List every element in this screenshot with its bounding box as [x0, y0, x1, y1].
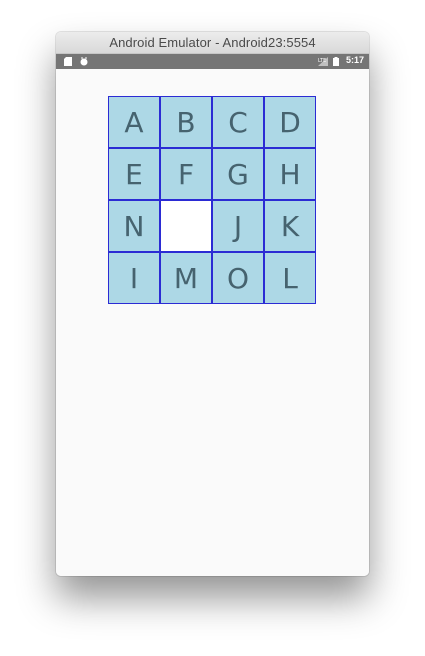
- title-bar[interactable]: Android Emulator - Android23:5554: [56, 32, 369, 54]
- battery-icon: [333, 57, 339, 66]
- empty-tile: [160, 200, 212, 252]
- android-status-bar: LTE 5:17: [56, 54, 369, 69]
- android-debug-icon: [80, 57, 88, 66]
- emulator-window: Android Emulator - Android23:5554 LTE 5:…: [56, 32, 369, 576]
- puzzle-tile[interactable]: F: [160, 148, 212, 200]
- puzzle-tile[interactable]: D: [264, 96, 316, 148]
- sd-card-icon: [64, 57, 72, 66]
- puzzle-tile[interactable]: H: [264, 148, 316, 200]
- window-title: Android Emulator - Android23:5554: [109, 35, 316, 50]
- puzzle-tile[interactable]: J: [212, 200, 264, 252]
- puzzle-tile[interactable]: M: [160, 252, 212, 304]
- puzzle-tile[interactable]: O: [212, 252, 264, 304]
- puzzle-tile[interactable]: E: [108, 148, 160, 200]
- puzzle-tile[interactable]: A: [108, 96, 160, 148]
- app-content: ABCD EFGH NJK IMOL: [56, 69, 369, 576]
- status-time: 5:17: [345, 55, 364, 65]
- puzzle-tile[interactable]: L: [264, 252, 316, 304]
- sliding-puzzle-grid: ABCD EFGH NJK IMOL: [108, 96, 317, 305]
- puzzle-tile[interactable]: K: [264, 200, 316, 252]
- svg-text:LTE: LTE: [318, 58, 326, 64]
- puzzle-tile[interactable]: C: [212, 96, 264, 148]
- puzzle-tile[interactable]: I: [108, 252, 160, 304]
- no-signal-icon: LTE: [318, 57, 328, 66]
- puzzle-tile[interactable]: G: [212, 148, 264, 200]
- puzzle-tile[interactable]: N: [108, 200, 160, 252]
- puzzle-tile[interactable]: B: [160, 96, 212, 148]
